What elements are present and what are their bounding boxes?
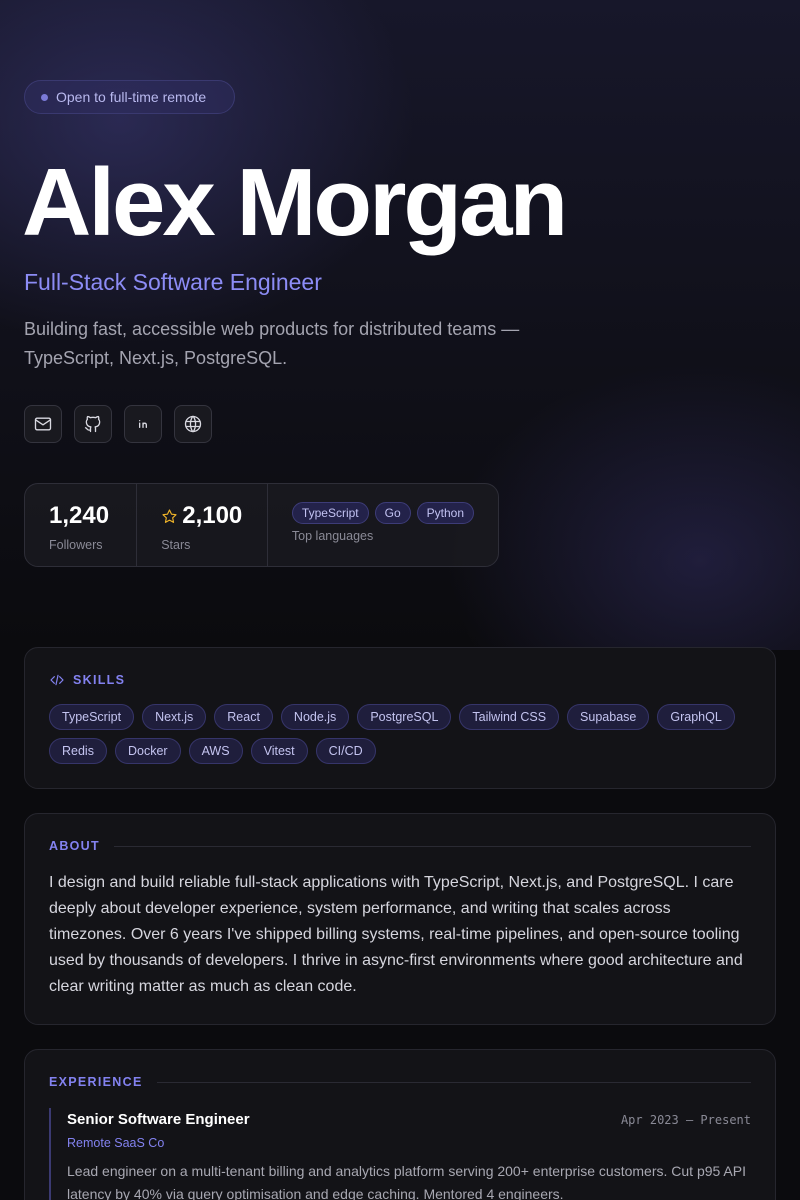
experience-heading-text: EXPERIENCE — [49, 1075, 143, 1089]
experience-card: EXPERIENCE Senior Software Engineer Apr … — [24, 1049, 776, 1200]
experience-item-header: Senior Software Engineer Apr 2023 — Pres… — [67, 1108, 751, 1132]
followers-label: Followers — [49, 538, 103, 552]
language-chip: Go — [374, 502, 411, 524]
availability-text: Open to full-time remote — [56, 89, 207, 105]
social-links — [24, 405, 212, 443]
profile-tagline: Building fast, accessible web products f… — [24, 319, 520, 368]
about-text: I design and build reliable full-stack a… — [49, 874, 743, 995]
mail-icon — [34, 417, 52, 431]
job-description: Lead engineer on a multi-tenant billing … — [67, 1163, 746, 1200]
languages-stat: TypeScript Go Python Top languages — [268, 484, 498, 566]
about-card: ABOUT I design and build reliable full-s… — [24, 813, 776, 1025]
skill-chip: TypeScript — [49, 704, 135, 730]
skill-chip: Vitest — [250, 738, 308, 764]
divider — [156, 1081, 751, 1083]
stats-panel: 1,240 Followers 2,100 Stars TypeScript G… — [24, 483, 499, 567]
skill-chip: React — [214, 704, 273, 730]
about-heading: ABOUT — [49, 839, 751, 853]
language-chip: TypeScript — [291, 502, 369, 524]
stars-label: Stars — [161, 538, 191, 552]
linkedin-icon — [139, 420, 147, 428]
company-name[interactable]: Remote SaaS Co — [67, 1136, 751, 1150]
language-chip: Python — [416, 502, 474, 524]
github-link[interactable] — [74, 405, 112, 443]
status-dot — [41, 93, 48, 101]
skills-list: TypeScript Next.js React Node.js Postgre… — [49, 704, 749, 764]
profile-role: Full-Stack Software Engineer — [24, 269, 322, 295]
skill-chip: Docker — [114, 738, 181, 764]
stars-value-row: 2,100 — [161, 502, 243, 530]
website-link[interactable] — [174, 405, 212, 443]
email-link[interactable] — [24, 405, 62, 443]
language-chips: TypeScript Go Python — [291, 502, 474, 524]
skill-chip: Node.js — [280, 704, 350, 730]
experience-item: Senior Software Engineer Apr 2023 — Pres… — [49, 1108, 751, 1200]
profile-name: Alex Morgan — [22, 149, 568, 256]
skill-chip: Next.js — [142, 704, 207, 730]
followers-count: 1,240 — [49, 502, 110, 529]
code-icon — [50, 674, 64, 686]
languages-label: Top languages — [291, 529, 374, 543]
skill-chip: CI/CD — [315, 738, 376, 764]
skill-chip: Supabase — [567, 704, 650, 730]
availability-badge: Open to full-time remote — [24, 80, 235, 114]
skills-heading-text: SKILLS — [73, 673, 126, 687]
divider — [113, 845, 751, 847]
globe-icon — [184, 415, 202, 433]
skill-chip: PostgreSQL — [357, 704, 452, 730]
stars-stat: 2,100 Stars — [137, 484, 268, 566]
skill-chip: Redis — [49, 738, 107, 764]
job-title: Senior Software Engineer — [67, 1111, 250, 1128]
skill-chip: Tailwind CSS — [459, 704, 560, 730]
skills-heading: SKILLS — [49, 672, 125, 688]
linkedin-link[interactable] — [124, 405, 162, 443]
job-dates: Apr 2023 — Present — [620, 1113, 751, 1127]
about-heading-text: ABOUT — [49, 839, 100, 853]
skill-chip: AWS — [188, 738, 243, 764]
experience-heading: EXPERIENCE — [49, 1075, 751, 1089]
skill-chip: GraphQL — [657, 704, 735, 730]
skills-card: SKILLS TypeScript Next.js React Node.js … — [24, 647, 776, 789]
github-icon — [84, 415, 101, 433]
followers-stat: 1,240 Followers — [25, 484, 138, 566]
star-icon — [162, 508, 177, 523]
stars-count: 2,100 — [182, 502, 243, 529]
